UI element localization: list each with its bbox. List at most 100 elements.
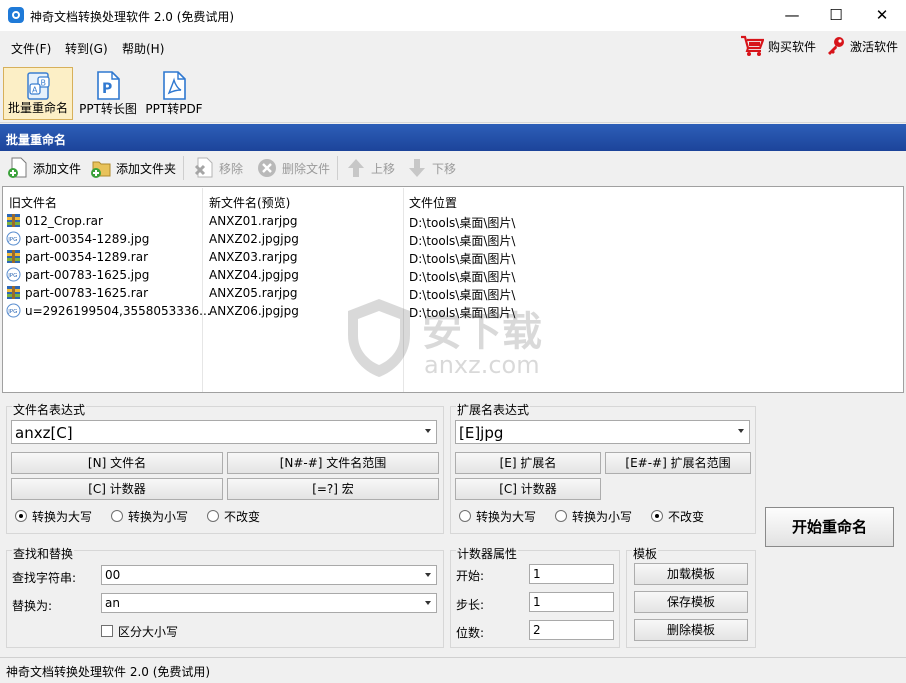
svg-text:JPG: JPG (7, 309, 17, 315)
radio-dot (207, 510, 219, 522)
old-file-name: part-00354-1289.jpg (25, 232, 150, 246)
svg-text:B: B (41, 79, 47, 88)
add-folder-icon (91, 161, 111, 178)
table-row[interactable]: 012_Crop.rar ANXZ01.rarjpg D:\tools\桌面\图… (3, 212, 901, 230)
find-string-value: 00 (105, 568, 121, 582)
delete-template-button[interactable]: 删除模板 (634, 619, 748, 641)
new-file-name: ANXZ04.jpgjpg (209, 268, 299, 282)
move-up-label: 上移 (371, 161, 396, 176)
insert-extension-range-button[interactable]: [E#-#] 扩展名范围 (605, 452, 751, 474)
move-down-button[interactable]: 下移 (406, 158, 456, 178)
menu-file[interactable]: 文件(F) (11, 40, 51, 57)
delete-icon (258, 159, 276, 177)
load-template-button[interactable]: 加载模板 (634, 563, 748, 585)
add-file-icon (8, 157, 27, 178)
buy-software-link[interactable]: 购买软件 (740, 35, 817, 56)
tool-ppt-to-pdf[interactable]: PPT转PDF (139, 67, 209, 120)
column-header-new-name[interactable]: 新文件名(预览) (209, 194, 290, 211)
tool-ppt-to-long-image[interactable]: P PPT转长图 (73, 67, 143, 120)
jpg-file-icon: JPG (6, 267, 21, 282)
replace-with-combo[interactable]: an (101, 593, 437, 613)
filename-uppercase-radio[interactable]: 转换为大写 (15, 508, 92, 524)
find-string-label: 查找字符串: (12, 571, 77, 585)
counter-digits-label: 位数: (456, 626, 485, 640)
table-row[interactable]: part-00354-1289.rar ANXZ03.rarjpg D:\too… (3, 248, 901, 266)
filename-expression-label: 文件名表达式 (12, 401, 87, 418)
watermark-shield-icon (348, 299, 410, 377)
toolbar-divider (183, 156, 184, 180)
extension-lowercase-radio[interactable]: 转换为小写 (555, 508, 632, 524)
counter-digits-input[interactable]: 2 (529, 620, 614, 640)
insert-counter-button[interactable]: [C] 计数器 (11, 478, 223, 500)
radio-label: 转换为小写 (572, 509, 633, 524)
insert-macro-button[interactable]: [=?] 宏 (227, 478, 439, 500)
menu-help[interactable]: 帮助(H) (122, 40, 164, 57)
svg-text:A: A (32, 86, 38, 95)
table-row[interactable]: JPG part-00783-1625.jpg ANXZ04.jpgjpg D:… (3, 266, 901, 284)
counter-start-input[interactable]: 1 (529, 564, 614, 584)
find-string-combo[interactable]: 00 (101, 565, 437, 585)
case-sensitive-checkbox[interactable]: 区分大小写 (101, 623, 178, 639)
counter-properties-label: 计数器属性 (456, 545, 519, 562)
new-file-name: ANXZ05.rarjpg (209, 286, 298, 300)
radio-dot (111, 510, 123, 522)
buy-software-label: 购买软件 (768, 39, 817, 54)
insert-ext-counter-button[interactable]: [C] 计数器 (455, 478, 601, 500)
find-replace-label: 查找和替换 (12, 545, 75, 562)
delete-file-button[interactable]: 删除文件 (256, 158, 330, 178)
activate-software-link[interactable]: 激活软件 (826, 36, 898, 56)
extension-expression-label: 扩展名表达式 (456, 401, 531, 418)
save-template-button[interactable]: 保存模板 (634, 591, 748, 613)
insert-filename-range-button[interactable]: [N#-#] 文件名范围 (227, 452, 439, 474)
insert-extension-button[interactable]: [E] 扩展名 (455, 452, 601, 474)
extension-expression-value: [E]jpg (459, 424, 504, 442)
checkbox-box (101, 625, 113, 637)
title-bar: 神奇文档转换处理软件 2.0 (免费试用) — ☐ ✕ (0, 0, 906, 31)
radio-label: 转换为小写 (128, 509, 189, 524)
watermark: 安下载 anxz.com (344, 297, 564, 381)
remove-label: 移除 (219, 161, 244, 176)
counter-step-label: 步长: (456, 598, 485, 612)
delete-file-label: 删除文件 (282, 161, 331, 176)
filename-expression-combo[interactable]: anxz[C] (11, 420, 437, 444)
insert-filename-button[interactable]: [N] 文件名 (11, 452, 223, 474)
column-header-location[interactable]: 文件位置 (409, 194, 457, 211)
radio-label: 不改变 (668, 509, 705, 524)
new-file-name: ANXZ03.rarjpg (209, 250, 298, 264)
counter-step-input[interactable]: 1 (529, 592, 614, 612)
radio-label: 转换为大写 (476, 509, 537, 524)
filename-lowercase-radio[interactable]: 转换为小写 (111, 508, 188, 524)
arrow-down-icon (409, 159, 425, 177)
table-row[interactable]: JPG part-00354-1289.jpg ANXZ02.jpgjpg D:… (3, 230, 901, 248)
watermark-en-text: anxz.com (424, 351, 540, 379)
new-file-name: ANXZ01.rarjpg (209, 214, 298, 228)
remove-button[interactable]: 移除 (193, 157, 244, 178)
toolbar-divider (337, 156, 338, 180)
key-icon (828, 37, 844, 55)
pdf-document-icon (163, 71, 186, 100)
tool-batch-rename[interactable]: B A 批量重命名 (3, 67, 73, 120)
ppt-document-icon: P (97, 71, 120, 100)
close-button[interactable]: ✕ (859, 0, 905, 31)
file-location: D:\tools\桌面\图片\ (409, 270, 516, 284)
replace-with-value: an (105, 596, 120, 610)
extension-uppercase-radio[interactable]: 转换为大写 (459, 508, 536, 524)
add-folder-button[interactable]: 添加文件夹 (90, 158, 176, 178)
radio-dot (651, 510, 663, 522)
move-down-label: 下移 (432, 161, 457, 176)
file-location: D:\tools\桌面\图片\ (409, 216, 516, 230)
extension-unchanged-radio[interactable]: 不改变 (651, 508, 704, 524)
rar-file-icon (7, 214, 20, 227)
filename-unchanged-radio[interactable]: 不改变 (207, 508, 260, 524)
column-header-old-name[interactable]: 旧文件名 (9, 194, 57, 211)
minimize-button[interactable]: — (769, 0, 815, 31)
menu-goto[interactable]: 转到(G) (65, 40, 108, 57)
start-rename-button[interactable]: 开始重命名 (765, 507, 894, 547)
maximize-button[interactable]: ☐ (813, 0, 859, 31)
chevron-down-icon (738, 429, 744, 433)
rar-file-icon (7, 286, 20, 299)
extension-expression-combo[interactable]: [E]jpg (455, 420, 750, 444)
status-bar: 神奇文档转换处理软件 2.0 (免费试用) (0, 657, 906, 683)
move-up-button[interactable]: 上移 (345, 158, 395, 178)
add-file-button[interactable]: 添加文件 (7, 157, 81, 178)
